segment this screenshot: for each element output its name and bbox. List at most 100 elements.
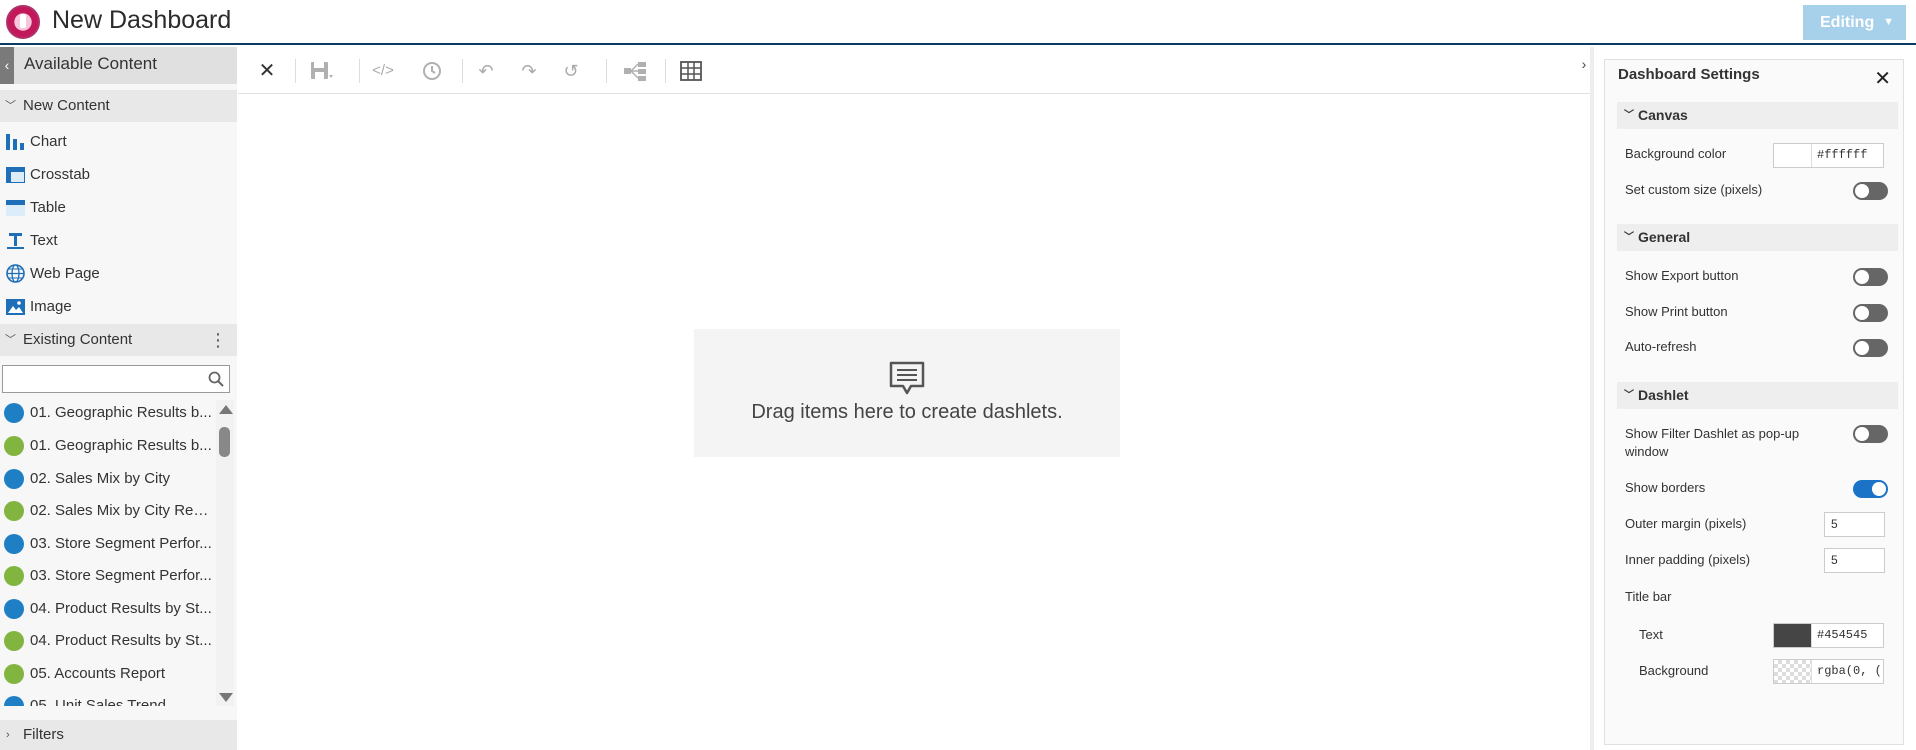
- new-content-crosstab-label: Crosstab: [30, 166, 91, 183]
- comment-icon: [889, 361, 925, 395]
- collapse-panel-icon[interactable]: ‹: [0, 47, 14, 84]
- auto-refresh-label: Auto-refresh: [1625, 339, 1697, 354]
- more-options-icon[interactable]: ⋮: [209, 324, 227, 356]
- close-icon[interactable]: ✕: [255, 59, 279, 83]
- general-group-title: General: [1638, 229, 1691, 245]
- scroll-up-icon[interactable]: [219, 405, 233, 414]
- hierarchy-icon[interactable]: [623, 59, 647, 83]
- scroll-down-icon[interactable]: [219, 693, 233, 702]
- show-export-label: Show Export button: [1625, 268, 1739, 283]
- new-content-web-page-label: Web Page: [30, 265, 100, 282]
- custom-size-toggle[interactable]: [1853, 182, 1888, 200]
- list-item-label: 01. Geographic Results b...: [30, 404, 212, 421]
- filters-title: Filters: [23, 726, 64, 743]
- report-icon: [4, 631, 24, 651]
- color-swatch[interactable]: [1774, 660, 1812, 683]
- background-color-value: #ffffff: [1817, 148, 1868, 162]
- available-content-header: ‹ Available Content: [0, 47, 237, 84]
- list-item[interactable]: 01. Geographic Results b...: [2, 433, 216, 459]
- dashlet-group-header[interactable]: ﹀ Dashlet: [1617, 382, 1898, 409]
- redo-icon[interactable]: ↷: [517, 59, 541, 83]
- page-title: New Dashboard: [52, 6, 232, 34]
- background-color-field[interactable]: #ffffff: [1773, 143, 1884, 168]
- color-swatch[interactable]: [1774, 624, 1812, 647]
- scrollbar-thumb[interactable]: [219, 427, 230, 457]
- bar-chart-icon: [6, 134, 24, 150]
- general-group-header[interactable]: ﹀ General: [1617, 224, 1898, 251]
- list-item-label: 03. Store Segment Perfor...: [30, 535, 212, 552]
- undo-all-icon[interactable]: ↺: [559, 59, 583, 83]
- list-item[interactable]: 04. Product Results by St...: [2, 596, 216, 622]
- list-item[interactable]: 02. Sales Mix by City Report: [2, 498, 216, 524]
- title-bar-label: Title bar: [1625, 589, 1672, 604]
- app-logo-icon[interactable]: [6, 5, 40, 39]
- title-background-color-field[interactable]: rgba(0, (: [1773, 659, 1884, 684]
- report-icon: [4, 664, 24, 684]
- new-content-image[interactable]: Image: [4, 294, 234, 320]
- chevron-down-icon: ﹀: [5, 334, 16, 346]
- list-item[interactable]: 05. Accounts Report: [2, 661, 216, 687]
- title-text-color-value: #454545: [1817, 628, 1868, 642]
- auto-refresh-toggle[interactable]: [1853, 339, 1888, 357]
- title-text-color-field[interactable]: #454545: [1773, 623, 1884, 648]
- chevron-down-icon: ﹀: [1624, 232, 1634, 243]
- list-item[interactable]: 01. Geographic Results b...: [2, 400, 216, 426]
- chart-report-icon: [4, 534, 24, 554]
- dashboard-settings-panel: Dashboard Settings ✕ ﹀ Canvas Background…: [1604, 59, 1904, 745]
- panel-divider[interactable]: [1590, 47, 1594, 750]
- chart-report-icon: [4, 696, 24, 706]
- new-content-title: New Content: [23, 97, 110, 114]
- list-item[interactable]: 03. Store Segment Perfor...: [2, 563, 216, 589]
- new-content-text-label: Text: [30, 232, 58, 249]
- filter-popup-toggle[interactable]: [1853, 425, 1888, 443]
- toolbar-separator: [665, 59, 666, 83]
- inner-padding-input[interactable]: 5: [1824, 548, 1885, 573]
- chart-report-icon: [4, 599, 24, 619]
- drop-zone[interactable]: Drag items here to create dashlets.: [694, 329, 1120, 457]
- undo-icon[interactable]: ↶: [474, 59, 498, 83]
- text-icon: [7, 233, 24, 249]
- clock-icon[interactable]: [420, 59, 444, 83]
- canvas-group-title: Canvas: [1638, 107, 1688, 123]
- custom-size-label: Set custom size (pixels): [1625, 182, 1763, 197]
- search-icon[interactable]: [208, 371, 224, 387]
- new-content-crosstab[interactable]: Crosstab: [4, 162, 234, 188]
- show-borders-toggle[interactable]: [1853, 480, 1888, 498]
- list-item[interactable]: 03. Store Segment Perfor...: [2, 531, 216, 557]
- show-export-toggle[interactable]: [1853, 268, 1888, 286]
- new-content-table[interactable]: Table: [4, 195, 234, 221]
- existing-content-title: Existing Content: [23, 331, 133, 348]
- existing-content-search[interactable]: [2, 365, 230, 393]
- editing-mode-button[interactable]: Editing ▼: [1803, 5, 1906, 40]
- new-content-chart[interactable]: Chart: [4, 129, 234, 155]
- show-borders-label: Show borders: [1625, 480, 1706, 495]
- code-icon[interactable]: </>: [371, 59, 395, 83]
- list-item[interactable]: 05. Unit Sales Trend: [2, 693, 216, 706]
- list-item[interactable]: 02. Sales Mix by City: [2, 466, 216, 492]
- filters-header[interactable]: › Filters: [0, 720, 237, 750]
- chevron-right-icon: ›: [6, 729, 10, 741]
- drop-zone-message: Drag items here to create dashlets.: [751, 401, 1063, 423]
- list-item-label: 02. Sales Mix by City: [30, 470, 171, 487]
- list-item[interactable]: 04. Product Results by St...: [2, 628, 216, 654]
- outer-margin-input[interactable]: 5: [1824, 512, 1885, 537]
- canvas-group-header[interactable]: ﹀ Canvas: [1617, 102, 1898, 129]
- show-print-toggle[interactable]: [1853, 304, 1888, 322]
- new-content-header[interactable]: ﹀ New Content: [0, 90, 237, 122]
- search-input[interactable]: [3, 366, 199, 392]
- grid-icon[interactable]: [679, 59, 703, 83]
- chevron-down-icon: ▼: [1883, 16, 1894, 28]
- color-swatch[interactable]: [1774, 144, 1812, 167]
- chevron-right-icon[interactable]: ›: [1577, 54, 1591, 74]
- list-item-label: 04. Product Results by St...: [30, 632, 212, 649]
- chevron-down-icon: ﹀: [5, 100, 16, 112]
- new-content-text[interactable]: Text: [4, 228, 234, 254]
- list-scrollbar[interactable]: [216, 400, 234, 706]
- save-icon[interactable]: [309, 59, 333, 83]
- existing-content-header[interactable]: ﹀ Existing Content ⋮: [0, 324, 237, 356]
- close-icon[interactable]: ✕: [1874, 66, 1891, 91]
- dashboard-canvas[interactable]: Drag items here to create dashlets.: [238, 94, 1593, 750]
- report-icon: [4, 501, 24, 521]
- toolbar-separator: [359, 59, 360, 83]
- new-content-web-page[interactable]: Web Page: [4, 261, 234, 287]
